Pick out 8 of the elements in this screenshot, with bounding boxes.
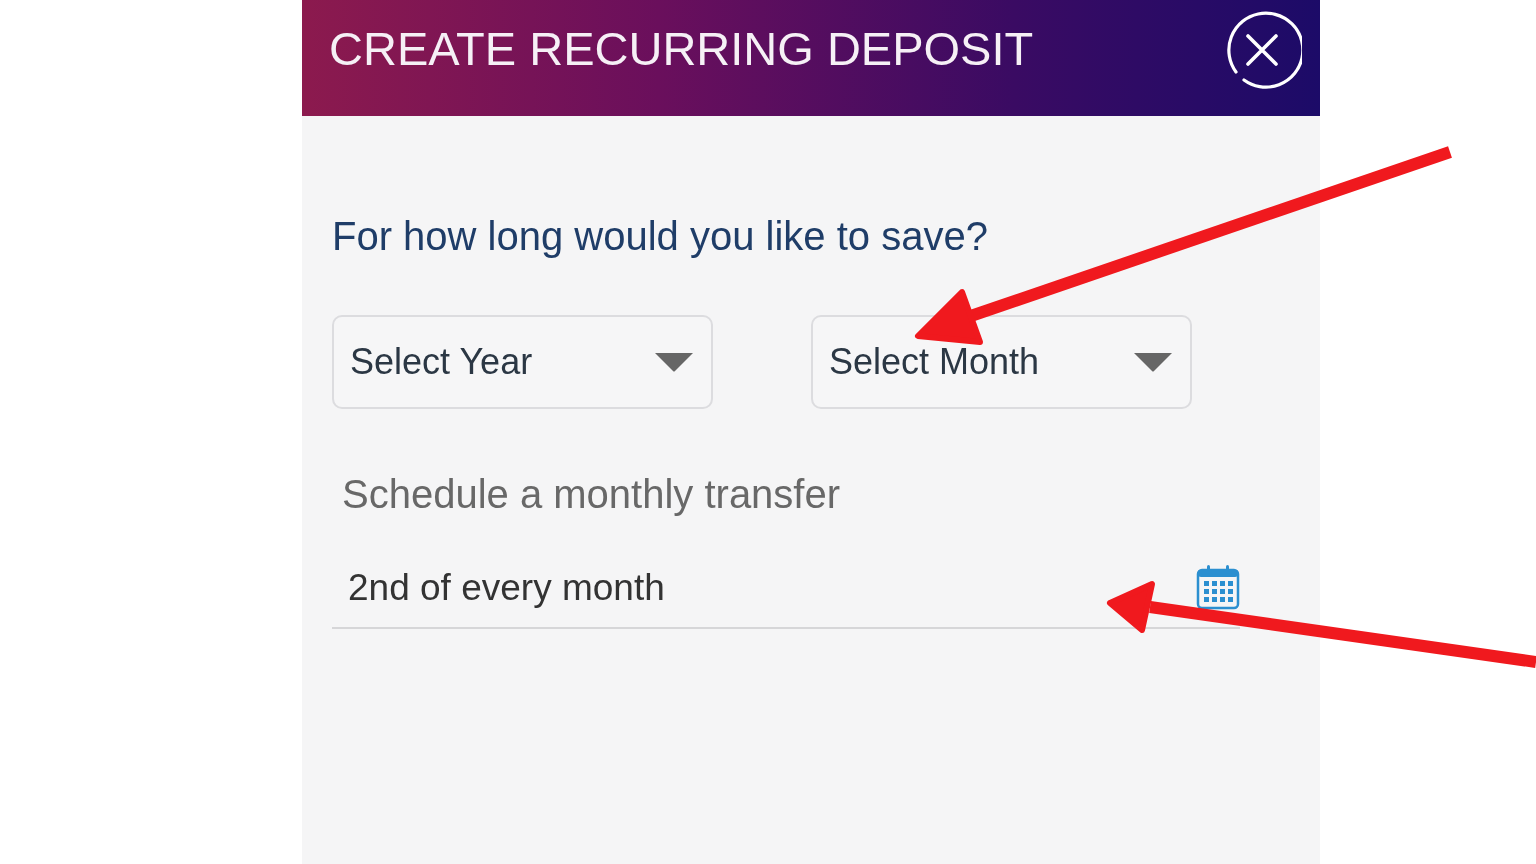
- question-text: For how long would you like to save?: [332, 213, 989, 260]
- year-dropdown[interactable]: Select Year: [332, 315, 713, 409]
- field-label: Schedule a monthly transfer: [341, 471, 842, 518]
- calendar-icon[interactable]: [1196, 564, 1240, 610]
- caret-icon: [1133, 352, 1173, 372]
- caret-icon: [654, 352, 694, 372]
- month-dropdown[interactable]: Select Month: [811, 315, 1192, 409]
- dialog-title: CREATE RECURRING DEPOSIT: [329, 21, 1034, 77]
